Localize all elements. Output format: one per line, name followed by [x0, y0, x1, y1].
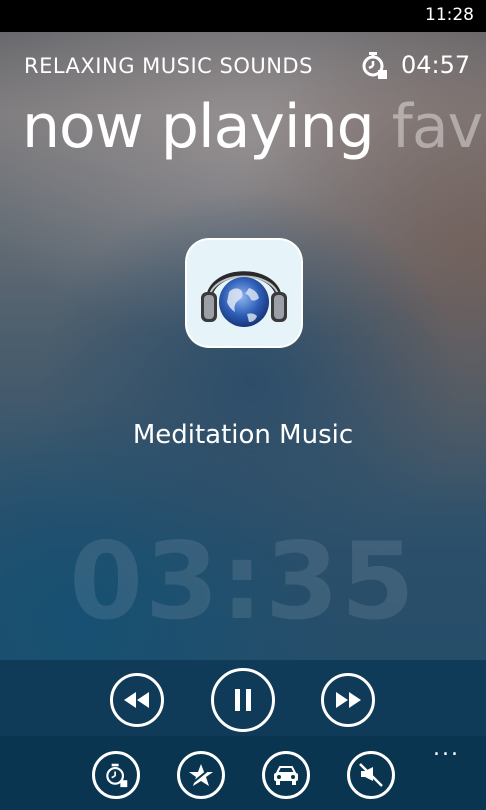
status-time: 11:28 — [425, 5, 474, 25]
car-mode-button[interactable] — [262, 751, 310, 799]
car-mode-icon — [274, 766, 298, 785]
pause-icon — [235, 689, 251, 711]
fast-forward-icon — [336, 692, 361, 708]
sleep-timer-icon[interactable] — [360, 50, 388, 80]
album-art — [187, 240, 301, 346]
more-options-icon[interactable]: ... — [433, 736, 460, 761]
rewind-icon — [124, 692, 149, 708]
headphones-globe-icon — [201, 271, 287, 327]
app-title: RELAXING MUSIC SOUNDS — [24, 54, 313, 78]
playback-controls — [0, 660, 486, 736]
favorite-button[interactable] — [177, 751, 225, 799]
pivot-header: now playing fav — [22, 92, 483, 162]
favorite-icon — [189, 764, 213, 786]
fast-forward-button[interactable] — [321, 673, 375, 727]
pause-button[interactable] — [211, 668, 275, 732]
status-bar: 11:28 — [0, 0, 486, 32]
elapsed-clock: 03:35 — [69, 520, 417, 643]
pivot-item-now-playing[interactable]: now playing — [22, 92, 375, 162]
sleep-timer-button[interactable] — [92, 751, 140, 799]
no-ads-button[interactable] — [347, 751, 395, 799]
track-title: Meditation Music — [132, 420, 354, 450]
sleep-timer-icon — [106, 763, 128, 788]
rewind-button[interactable] — [110, 673, 164, 727]
pivot-item-favorites[interactable]: fav — [392, 92, 483, 162]
no-ads-icon — [359, 763, 383, 787]
app-bar — [0, 736, 486, 810]
sleep-timer-value: 04:57 — [401, 51, 471, 79]
